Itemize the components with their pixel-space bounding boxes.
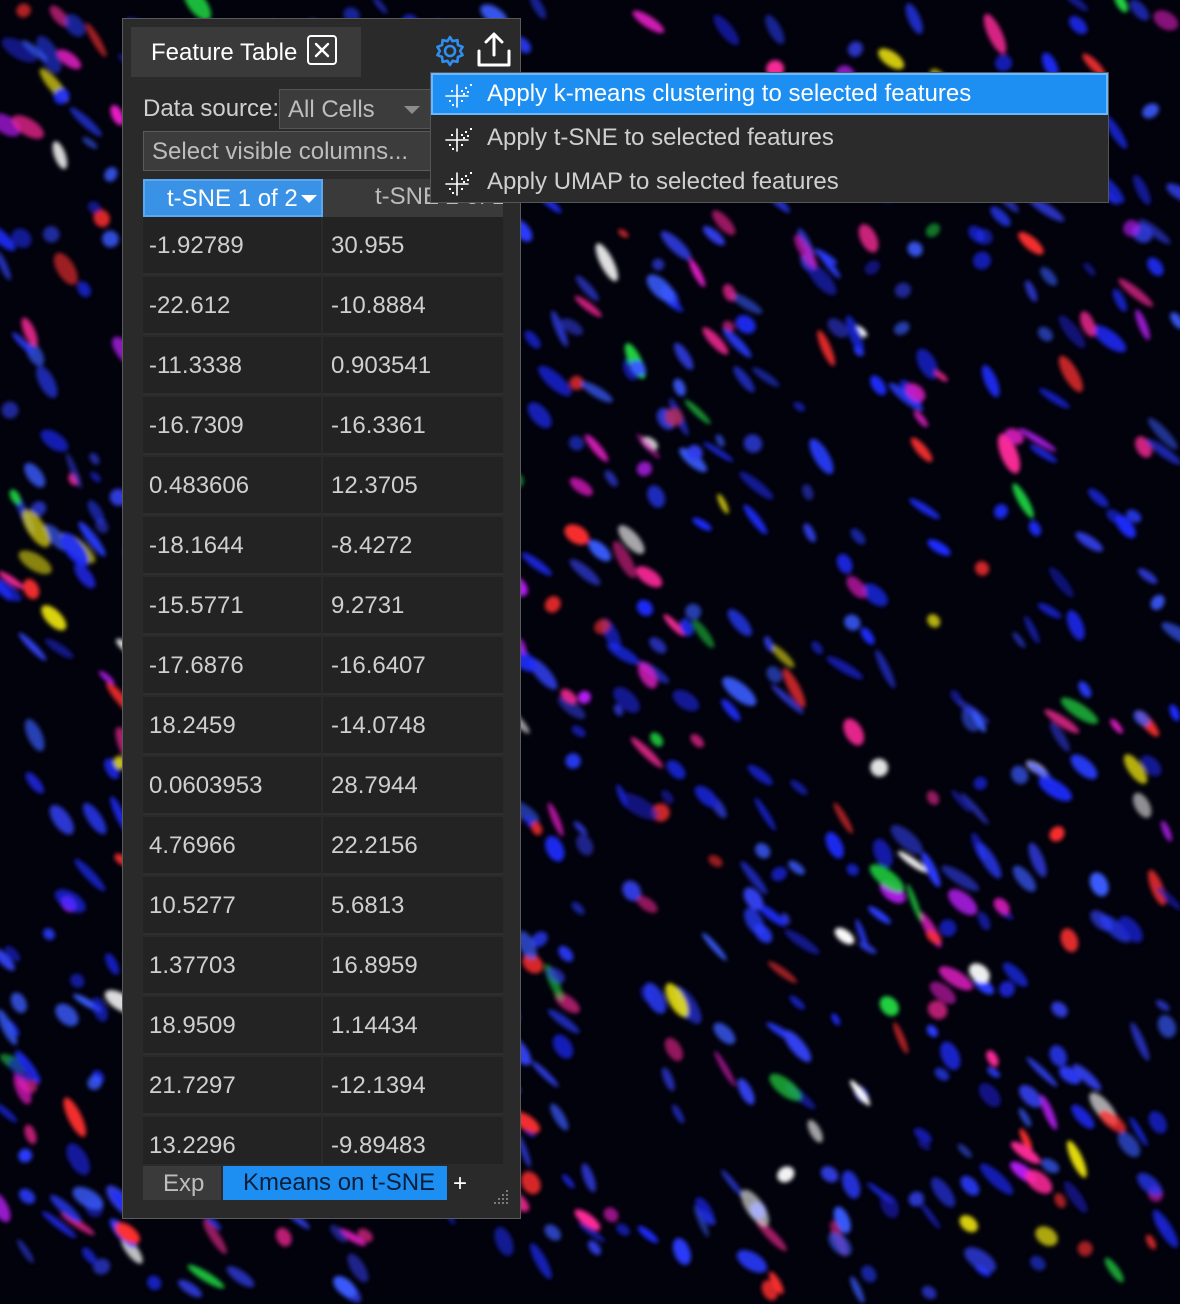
tab-title: Feature Table [151, 39, 298, 66]
table-cell: -17.6876 [143, 637, 321, 695]
table-row[interactable]: 13.2296 -9.89483 [143, 1117, 503, 1164]
table-cell: 0.903541 [323, 337, 503, 395]
data-source-value: All Cells [288, 96, 375, 123]
table-cell: 13.2296 [143, 1117, 321, 1164]
table-cell: 1.37703 [143, 937, 321, 995]
table-cell: 28.7944 [323, 757, 503, 815]
table-row[interactable]: -16.7309 -16.3361 [143, 397, 503, 457]
column-header-label: t-SNE 1 of 2 [167, 185, 298, 212]
chevron-down-icon [404, 106, 420, 114]
scatter-sparkle-icon [443, 79, 477, 118]
add-tab-button[interactable]: + [453, 1170, 467, 1198]
menu-item-kmeans[interactable]: Apply k-means clustering to selected fea… [431, 73, 1108, 115]
table-cell: 0.0603953 [143, 757, 321, 815]
table-row[interactable]: 0.0603953 28.7944 [143, 757, 503, 817]
table-row[interactable]: 10.5277 5.6813 [143, 877, 503, 937]
menu-item-umap[interactable]: Apply UMAP to selected features [431, 161, 1108, 203]
table-cell: 0.483606 [143, 457, 321, 515]
table-cell: 18.9509 [143, 997, 321, 1055]
table-row[interactable]: -18.1644 -8.4272 [143, 517, 503, 577]
table-cell: -8.4272 [323, 517, 503, 575]
close-icon[interactable] [307, 35, 337, 65]
gear-icon[interactable] [433, 34, 467, 68]
table-cell: -18.1644 [143, 517, 321, 575]
table-cell: 22.2156 [323, 817, 503, 875]
export-icon[interactable] [475, 31, 513, 69]
sort-caret-icon[interactable] [301, 195, 317, 203]
table-cell: -9.89483 [323, 1117, 503, 1164]
table-cell: -10.8884 [323, 277, 503, 335]
tab-exp[interactable]: Exp [143, 1166, 221, 1200]
scatter-sparkle-icon [443, 167, 477, 206]
resize-grip-icon[interactable] [489, 1187, 511, 1209]
menu-item-label: Apply UMAP to selected features [487, 168, 839, 195]
table-row[interactable]: 1.37703 16.8959 [143, 937, 503, 997]
menu-item-label: Apply k-means clustering to selected fea… [487, 80, 972, 107]
table-cell: 30.955 [323, 217, 503, 275]
table-row[interactable]: -1.92789 30.955 [143, 217, 503, 277]
tab-kmeans-on-tsne[interactable]: Kmeans on t-SNE [223, 1166, 447, 1200]
data-source-label: Data source: [143, 95, 280, 122]
feature-table-tab[interactable]: Feature Table [131, 27, 361, 77]
table-row[interactable]: 0.483606 12.3705 [143, 457, 503, 517]
table-cell: 5.6813 [323, 877, 503, 935]
table-row[interactable]: -17.6876 -16.6407 [143, 637, 503, 697]
table-cell: -15.5771 [143, 577, 321, 635]
table-cell: -1.92789 [143, 217, 321, 275]
table-cell: -16.6407 [323, 637, 503, 695]
sheet-tabs: Exp Kmeans on t-SNE + [143, 1166, 503, 1202]
table-cell: 16.8959 [323, 937, 503, 995]
table-cell: 21.7297 [143, 1057, 321, 1115]
table-cell: -22.612 [143, 277, 321, 335]
table-row[interactable]: 4.76966 22.2156 [143, 817, 503, 877]
table-row[interactable]: 21.7297 -12.1394 [143, 1057, 503, 1117]
table-cell: 1.14434 [323, 997, 503, 1055]
table-row[interactable]: -22.612 -10.8884 [143, 277, 503, 337]
table-cell: -16.3361 [323, 397, 503, 455]
table-cell: -16.7309 [143, 397, 321, 455]
table-cell: 10.5277 [143, 877, 321, 935]
table-cell: -12.1394 [323, 1057, 503, 1115]
data-source-select[interactable]: All Cells [279, 89, 439, 129]
tab-label: Exp [163, 1170, 205, 1197]
table-cell: 12.3705 [323, 457, 503, 515]
settings-dropdown-menu: Apply k-means clustering to selected fea… [430, 72, 1109, 203]
table-row[interactable]: -15.5771 9.2731 [143, 577, 503, 637]
table-cell: -14.0748 [323, 697, 503, 755]
table-body: -1.92789 30.955 -22.612 -10.8884 -11.3338 0.9… [143, 217, 503, 1164]
table-row[interactable]: 18.2459 -14.0748 [143, 697, 503, 757]
table-row[interactable]: -11.3338 0.903541 [143, 337, 503, 397]
visible-columns-placeholder: Select visible columns... [152, 138, 409, 165]
table-row[interactable]: 18.9509 1.14434 [143, 997, 503, 1057]
table-cell: 4.76966 [143, 817, 321, 875]
column-header-tsne-1[interactable]: t-SNE 1 of 2 [143, 179, 323, 217]
table-cell: 9.2731 [323, 577, 503, 635]
menu-item-label: Apply t-SNE to selected features [487, 124, 834, 151]
visible-columns-select[interactable]: Select visible columns... [143, 131, 443, 171]
tab-label: Kmeans on t-SNE [243, 1169, 436, 1196]
table-cell: -11.3338 [143, 337, 321, 395]
scatter-sparkle-icon [443, 123, 477, 162]
menu-item-tsne[interactable]: Apply t-SNE to selected features [431, 117, 1108, 159]
table-cell: 18.2459 [143, 697, 321, 755]
